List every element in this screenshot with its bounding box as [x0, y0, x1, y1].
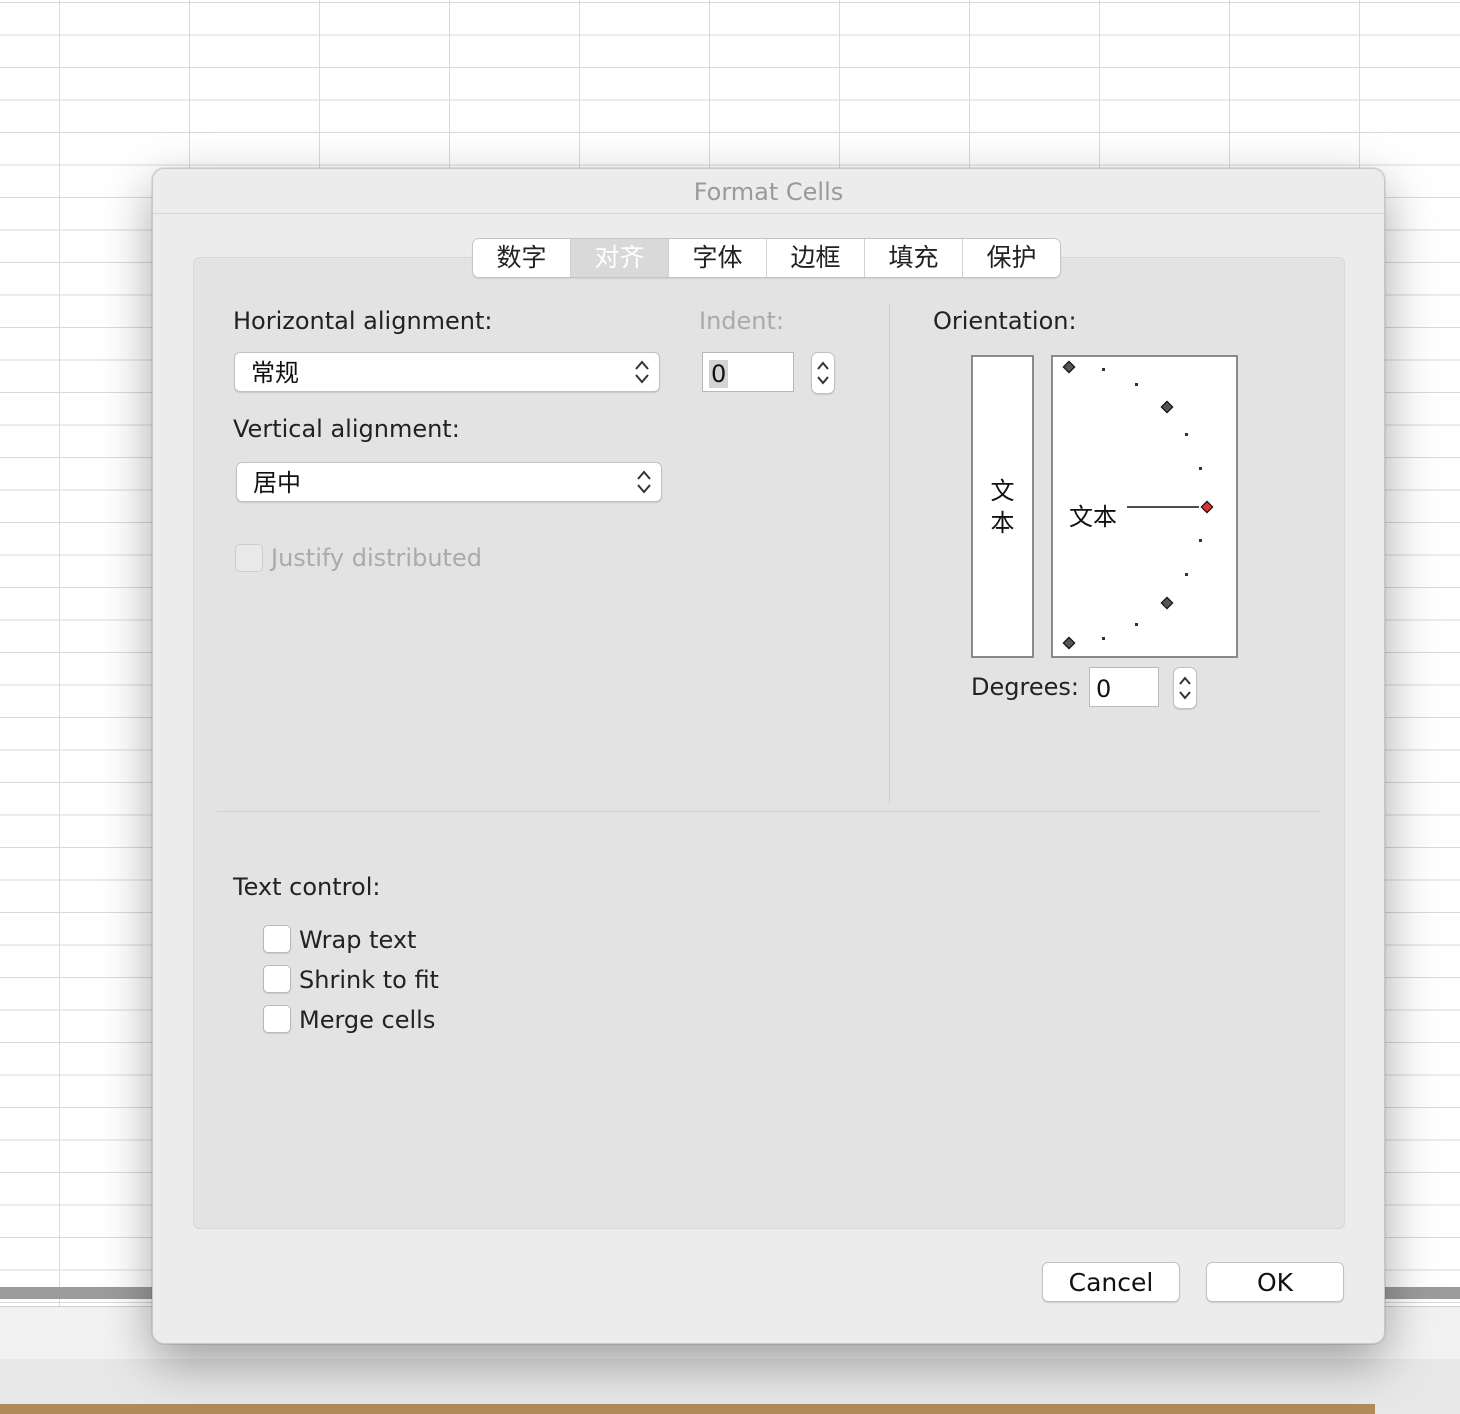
wrap-text-checkbox[interactable]: [263, 925, 291, 953]
vertical-alignment-value: 居中: [253, 469, 301, 497]
merge-cells-label: Merge cells: [299, 1006, 436, 1034]
tab-alignment[interactable]: 对齐: [571, 239, 669, 277]
horizontal-alignment-select[interactable]: 常规: [234, 352, 660, 392]
dial-handle-90: [1062, 360, 1076, 374]
orientation-dial[interactable]: 文本: [1051, 355, 1238, 658]
dial-dot: [1185, 573, 1188, 576]
updown-chevron-icon: [635, 360, 649, 384]
tab-border[interactable]: 边框: [767, 239, 865, 277]
shrink-to-fit-checkbox[interactable]: [263, 965, 291, 993]
degrees-value: 0: [1096, 675, 1112, 703]
shrink-to-fit-label: Shrink to fit: [299, 966, 439, 994]
degrees-input[interactable]: 0: [1089, 667, 1159, 707]
horizontal-alignment-label: Horizontal alignment:: [233, 307, 493, 335]
justify-distributed-label: Justify distributed: [271, 544, 482, 572]
text-control-label: Text control:: [233, 873, 381, 901]
justify-distributed-checkbox[interactable]: [235, 544, 263, 572]
dial-dot: [1135, 383, 1138, 386]
format-cells-dialog: Format Cells 数字 对齐 字体 边框 填充 保护 Horizonta…: [152, 168, 1385, 1344]
horizontal-alignment-value: 常规: [251, 359, 299, 387]
dial-handle-45: [1160, 400, 1174, 414]
tab-protection[interactable]: 保护: [963, 239, 1060, 277]
indent-stepper[interactable]: [811, 352, 835, 394]
tab-font[interactable]: 字体: [669, 239, 767, 277]
dialog-title: Format Cells: [153, 169, 1384, 214]
tab-fill[interactable]: 填充: [865, 239, 963, 277]
tab-bar: 数字 对齐 字体 边框 填充 保护: [472, 238, 1061, 278]
dial-dot: [1199, 539, 1202, 542]
stepper-arrows-icon: [817, 361, 829, 385]
stepper-arrows-icon: [1179, 676, 1191, 700]
indent-label: Indent:: [699, 307, 784, 335]
dial-handle-minus45: [1160, 596, 1174, 610]
desktop-wallpaper-strip: [0, 1404, 1375, 1414]
row-header-column: [0, 0, 60, 1306]
orientation-label: Orientation:: [933, 307, 1077, 335]
dial-handle-0-selected: [1200, 500, 1214, 514]
dial-dot: [1135, 623, 1138, 626]
dial-dot: [1102, 637, 1105, 640]
vertical-text-sample: 文 本: [990, 477, 1015, 537]
vertical-divider: [889, 303, 890, 803]
vertical-text-orientation[interactable]: 文 本: [971, 355, 1034, 658]
degrees-label: Degrees:: [971, 673, 1079, 701]
vertical-alignment-select[interactable]: 居中: [236, 462, 662, 502]
dial-handle-minus90: [1062, 636, 1076, 650]
merge-cells-checkbox[interactable]: [263, 1005, 291, 1033]
ok-button[interactable]: OK: [1206, 1262, 1344, 1302]
vertical-alignment-label: Vertical alignment:: [233, 415, 460, 443]
cancel-button[interactable]: Cancel: [1042, 1262, 1180, 1302]
orientation-dial-graphic: [1062, 360, 1214, 650]
horizontal-divider: [217, 811, 1321, 812]
wrap-text-label: Wrap text: [299, 926, 417, 954]
dial-dot: [1185, 433, 1188, 436]
indent-value: 0: [709, 360, 729, 388]
dial-dot: [1199, 467, 1202, 470]
updown-chevron-icon: [637, 470, 651, 494]
indent-input[interactable]: 0: [702, 352, 794, 392]
tab-number[interactable]: 数字: [473, 239, 571, 277]
degrees-stepper[interactable]: [1173, 667, 1197, 709]
dial-dot: [1102, 368, 1105, 371]
